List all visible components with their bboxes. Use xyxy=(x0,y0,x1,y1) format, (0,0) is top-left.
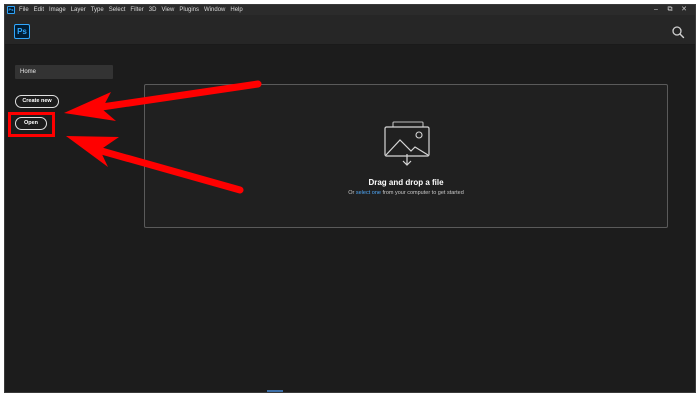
sidebar-item-home[interactable]: Home xyxy=(15,65,113,79)
menu-edit[interactable]: Edit xyxy=(34,5,44,15)
search-icon[interactable] xyxy=(671,25,685,39)
menu-plugins[interactable]: Plugins xyxy=(179,5,199,15)
drop-sub-suffix: from your computer to get started xyxy=(380,190,464,196)
photoshop-window: Ps File Edit Image Layer Type Select Fil… xyxy=(4,4,696,393)
photoshop-logo: Ps xyxy=(14,24,30,39)
create-new-button[interactable]: Create new xyxy=(15,95,59,108)
menu-image[interactable]: Image xyxy=(49,5,66,15)
app-mini-logo-icon: Ps xyxy=(7,6,15,14)
window-controls: – ⧉ ✕ xyxy=(649,5,691,15)
select-file-link[interactable]: select one xyxy=(356,190,381,196)
menu-window[interactable]: Window xyxy=(204,5,225,15)
restore-icon[interactable]: ⧉ xyxy=(663,5,677,15)
bottom-indicator xyxy=(267,390,283,392)
drop-zone-title: Drag and drop a file xyxy=(368,178,444,187)
open-highlight-box xyxy=(8,112,55,137)
menu-3d[interactable]: 3D xyxy=(149,5,157,15)
image-drop-icon xyxy=(382,120,432,168)
menu-bar: Ps File Edit Image Layer Type Select Fil… xyxy=(5,5,695,15)
menu-filter[interactable]: Filter xyxy=(130,5,143,15)
menu-type[interactable]: Type xyxy=(91,5,104,15)
drop-zone-subtitle: Or select one from your computer to get … xyxy=(145,190,667,196)
menu-select[interactable]: Select xyxy=(109,5,126,15)
file-drop-zone[interactable]: Drag and drop a file Or select one from … xyxy=(144,84,668,228)
drop-sub-prefix: Or xyxy=(348,190,356,196)
menu-view[interactable]: View xyxy=(161,5,174,15)
close-icon[interactable]: ✕ xyxy=(677,5,691,15)
minimize-icon[interactable]: – xyxy=(649,5,663,15)
menu-layer[interactable]: Layer xyxy=(71,5,86,15)
menu-help[interactable]: Help xyxy=(230,5,242,15)
menu-file[interactable]: File xyxy=(19,5,29,15)
app-header: Ps xyxy=(5,15,695,45)
